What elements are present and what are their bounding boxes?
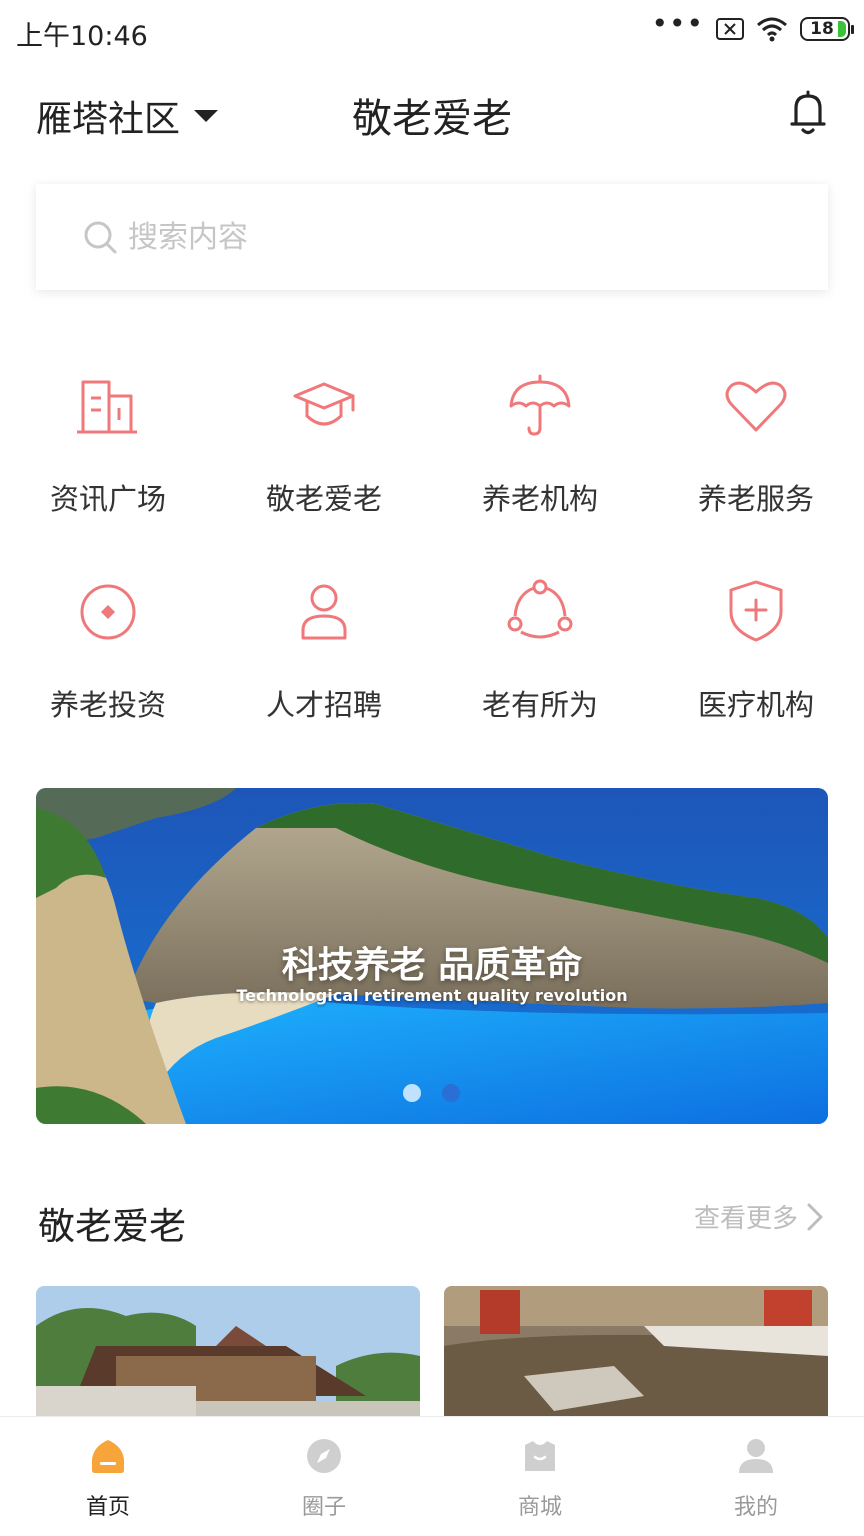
umbrella-icon <box>509 374 571 436</box>
grid-item-services[interactable]: 养老服务 <box>648 370 864 518</box>
shield-plus-icon <box>729 580 783 642</box>
banner-subtitle: Technological retirement quality revolut… <box>236 986 628 1005</box>
shop-icon <box>525 1441 555 1471</box>
view-more-link[interactable]: 查看更多 <box>694 1198 824 1235</box>
grid-item-recruit[interactable]: 人才招聘 <box>216 576 432 724</box>
sim-card-icon <box>716 18 744 40</box>
article-card[interactable] <box>444 1286 828 1418</box>
more-dots-icon: ••• <box>651 7 704 40</box>
search-icon <box>84 221 117 254</box>
tab-label: 我的 <box>733 1495 778 1520</box>
grid-label: 养老服务 <box>697 482 814 516</box>
carousel-dot-1[interactable] <box>403 1084 421 1102</box>
search-input[interactable] <box>128 219 728 255</box>
status-bar: 上午10:46 ••• 18 <box>0 0 864 60</box>
battery-icon: 18 <box>800 17 854 41</box>
grid-label: 养老机构 <box>481 482 598 516</box>
wifi-icon <box>757 17 787 42</box>
tab-profile[interactable]: 我的 <box>648 1417 864 1536</box>
graduation-cap-icon <box>293 382 355 426</box>
home-icon <box>92 1440 124 1473</box>
search-bar[interactable] <box>36 184 828 290</box>
grid-label: 敬老爱老 <box>265 482 382 516</box>
grid-item-active-aging[interactable]: 老有所为 <box>432 576 648 724</box>
card-image <box>444 1286 828 1418</box>
banner-title: 科技养老 品质革命 <box>281 945 583 986</box>
status-icons: ••• 18 <box>651 7 854 44</box>
view-more-label: 查看更多 <box>693 1204 798 1234</box>
tab-shop[interactable]: 商城 <box>432 1417 648 1536</box>
header: 雁塔社区 敬老爱老 <box>0 70 864 156</box>
tab-label: 圈子 <box>301 1495 346 1520</box>
grid-item-investment[interactable]: 养老投资 <box>0 576 216 724</box>
user-icon <box>739 1439 773 1473</box>
tab-label: 首页 <box>85 1495 130 1520</box>
share-nodes-icon <box>507 579 573 639</box>
bottom-tab-bar: 首页 圈子 商城 我的 <box>0 1416 864 1536</box>
status-time: 上午10:46 <box>16 21 148 52</box>
tab-home[interactable]: 首页 <box>0 1417 216 1536</box>
grid-item-respect[interactable]: 敬老爱老 <box>216 370 432 518</box>
grid-item-news[interactable]: 资讯广场 <box>0 370 216 518</box>
tab-circle[interactable]: 圈子 <box>216 1417 432 1536</box>
battery-level: 18 <box>810 19 834 39</box>
heart-icon <box>725 381 787 432</box>
grid-item-medical[interactable]: 医疗机构 <box>648 576 864 724</box>
grid-label: 资讯广场 <box>49 482 166 516</box>
page-title: 敬老爱老 <box>352 96 512 142</box>
grid-item-institutions[interactable]: 养老机构 <box>432 370 648 518</box>
section-title: 敬老爱老 <box>38 1205 186 1248</box>
building-icon <box>77 380 137 434</box>
compass-icon <box>307 1439 341 1473</box>
person-icon <box>301 584 347 640</box>
bell-icon[interactable] <box>788 90 828 136</box>
compass-icon <box>80 584 136 640</box>
carousel-dot-2[interactable] <box>442 1084 460 1102</box>
grid-label: 人才招聘 <box>265 688 382 722</box>
card-image <box>36 1286 420 1418</box>
promo-banner[interactable]: 科技养老 品质革命 Technological retirement quali… <box>36 788 828 1124</box>
grid-label: 养老投资 <box>49 688 166 722</box>
grid-label: 老有所为 <box>481 688 598 722</box>
tab-label: 商城 <box>517 1495 562 1520</box>
article-card[interactable] <box>36 1286 420 1418</box>
chevron-right-icon <box>807 1203 823 1230</box>
grid-label: 医疗机构 <box>697 688 814 722</box>
